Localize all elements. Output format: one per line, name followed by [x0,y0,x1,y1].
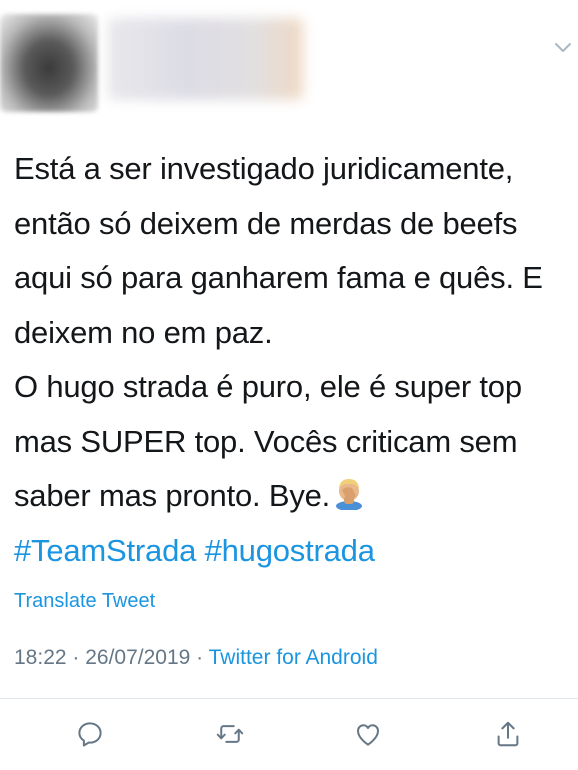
avatar[interactable] [0,14,98,112]
share-button[interactable] [488,714,528,754]
tweet-text: Está a ser investigado juridicamente, en… [14,142,570,578]
tweet-line: deixem no em paz. [14,314,273,350]
action-bar [0,706,578,766]
like-icon [357,724,379,746]
hashtags-link[interactable]: #TeamStrada #hugostrada [14,524,570,579]
tweet-source-link[interactable]: Twitter for Android [209,646,378,669]
meta-separator: · [190,646,209,669]
like-button[interactable] [348,714,388,754]
tweet-line: mas SUPER top. Vocês criticam sem [14,423,518,459]
reply-button[interactable] [70,714,110,754]
retweet-button[interactable] [210,714,250,754]
divider [0,698,578,699]
tweet-line: Está a ser investigado juridicamente, [14,151,514,186]
tweet-header [0,0,578,120]
translate-tweet-link[interactable]: Translate Tweet [14,590,155,613]
tweet-line: então só deixem de merdas de beefs [14,205,518,241]
tweet-time: 18:22 [14,646,67,669]
chevron-down-icon[interactable] [552,36,574,58]
retweet-icon [216,725,244,743]
tweet-line: aqui só para ganharem fama e quês. E [14,260,543,295]
reply-icon [78,722,102,747]
share-icon [497,721,519,747]
author-name-blurred[interactable] [108,18,303,100]
tweet-line-last: saber mas pronto. Bye. [14,469,570,524]
tweet-date: 26/07/2019 [85,646,191,669]
meta-separator: · [66,646,86,669]
tweet-meta: 18:22 · 26/07/2019 · Twitter for Android [14,646,378,670]
tweet-line: saber mas pronto. Bye. [14,478,331,513]
facepalm-emoji-icon [332,473,366,511]
tweet-line: O hugo strada é puro, ele é super top [14,369,522,404]
